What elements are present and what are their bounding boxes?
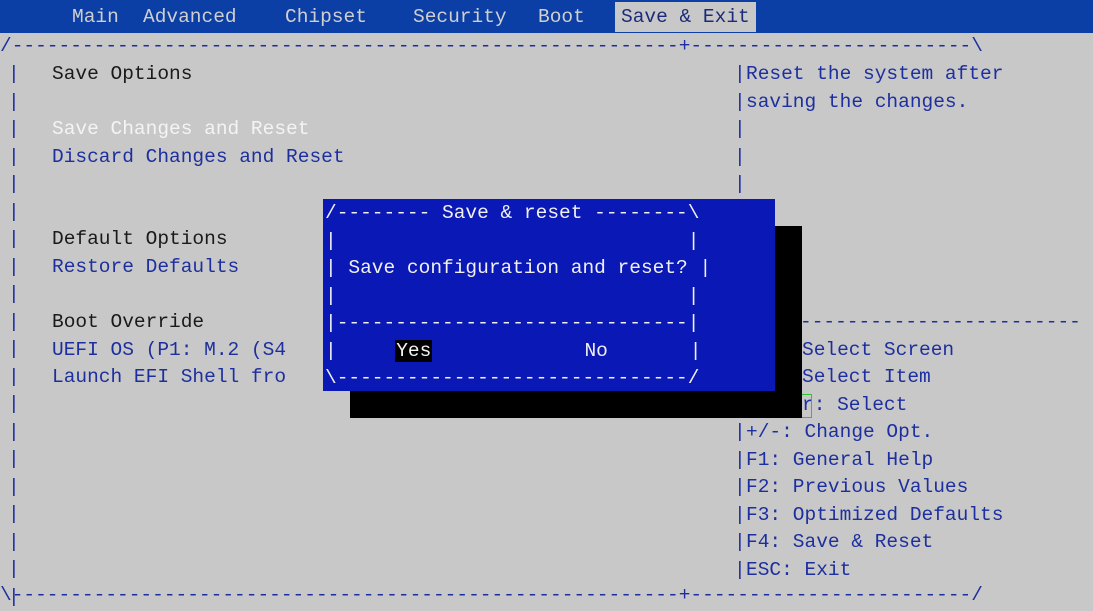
save-changes-and-reset-item[interactable]: Save Changes and Reset (52, 116, 309, 144)
help-description-line1: Reset the system after (746, 63, 1004, 85)
key-help-f4: F4: Save & Reset (746, 531, 934, 553)
no-button[interactable]: No (584, 340, 607, 362)
help-description-line2: saving the changes. (746, 91, 969, 113)
dialog-border-line: | | (325, 285, 700, 307)
dialog-divider: |------------------------------| (325, 312, 700, 334)
uefi-os-boot-item[interactable]: UEFI OS (P1: M.2 (S4 (52, 337, 286, 365)
dialog-message-line: | Save configuration and reset? | (325, 257, 712, 279)
dialog-title: /-------- Save & reset --------\ (325, 202, 700, 224)
menu-bar: Main Advanced Chipset Security Boot Save… (0, 0, 1093, 33)
key-help-f2: F2: Previous Values (746, 476, 969, 498)
discard-changes-and-reset-item[interactable]: Discard Changes and Reset (52, 144, 345, 172)
frame-top-border: /---------------------------------------… (0, 35, 983, 57)
tab-main[interactable]: Main (66, 2, 125, 32)
dialog-border-line: | | (325, 230, 700, 252)
tab-security[interactable]: Security (407, 2, 513, 32)
frame-bottom-border: \---------------------------------------… (0, 584, 983, 606)
restore-defaults-item[interactable]: Restore Defaults (52, 254, 239, 282)
yes-button[interactable]: Yes (395, 340, 433, 362)
bios-screen: Main Advanced Chipset Security Boot Save… (0, 0, 1093, 608)
key-help-separator: ------------------------ (800, 311, 1081, 333)
tab-save-exit[interactable]: Save & Exit (615, 2, 756, 32)
key-help-change-opt: +/-: Change Opt. (746, 421, 934, 443)
default-options-heading: Default Options (52, 228, 228, 250)
key-help-enter-select: r: Select (802, 394, 908, 416)
tab-boot[interactable]: Boot (532, 2, 591, 32)
frame-middle-separator-bottom: | | | | | | (734, 421, 746, 581)
cursor-box-icon (801, 394, 812, 418)
dialog-buttons-line: | Yes No | (325, 340, 702, 362)
launch-efi-shell-item[interactable]: Launch EFI Shell fro (52, 364, 286, 392)
save-options-heading: Save Options (52, 63, 193, 85)
tab-chipset[interactable]: Chipset (279, 2, 373, 32)
key-help-f1: F1: General Help (746, 449, 934, 471)
frame-left-border: | | | | | | | | | | | | | | | | | | | | (8, 63, 20, 608)
tab-advanced[interactable]: Advanced (137, 2, 243, 32)
boot-override-heading: Boot Override (52, 311, 205, 333)
dialog-bottom-border: \------------------------------/ (325, 367, 700, 389)
frame-middle-separator-top: | | | | | (734, 63, 746, 195)
key-help-f3: F3: Optimized Defaults (746, 504, 1004, 526)
key-help-esc: ESC: Exit (746, 559, 852, 581)
key-help-select-screen: Select Screen (802, 339, 955, 361)
key-help-select-item: Select Item (802, 366, 931, 388)
dialog-message: Save configuration and reset? (348, 257, 688, 279)
save-reset-dialog: /-------- Save & reset --------\ | | | S… (323, 199, 775, 391)
